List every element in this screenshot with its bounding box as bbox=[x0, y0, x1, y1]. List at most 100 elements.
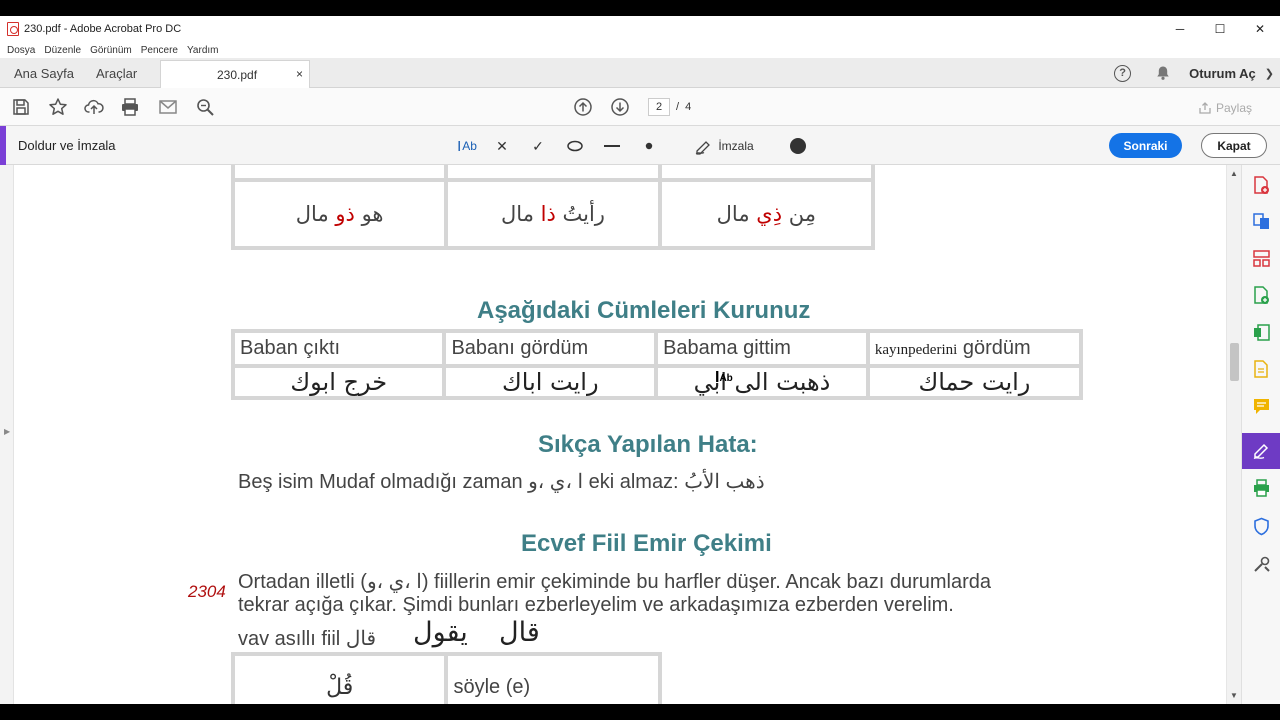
sentence-tr-2: Babanı gördüm bbox=[446, 333, 655, 364]
help-icon[interactable]: ? bbox=[1114, 64, 1132, 82]
sentence-ar-cell: خرج ابوك bbox=[235, 368, 443, 396]
heading-build-sentences: Aşağıdaki Cümleleri Kurunuz bbox=[477, 297, 811, 324]
dot-tool-icon[interactable] bbox=[643, 135, 655, 157]
top-table-cell: هو ذو مال bbox=[235, 182, 445, 246]
top-table-cell bbox=[661, 165, 871, 178]
page-separator: / bbox=[676, 101, 680, 113]
bell-icon[interactable] bbox=[1155, 65, 1171, 81]
imperative-arabic: قُلْ bbox=[326, 674, 354, 700]
create-pdf-icon[interactable] bbox=[1252, 176, 1271, 195]
tab-tools[interactable]: Araçlar bbox=[96, 58, 137, 88]
print-icon[interactable] bbox=[120, 97, 140, 117]
export-pdf-icon[interactable] bbox=[1252, 323, 1271, 342]
star-icon[interactable] bbox=[48, 97, 68, 117]
next-page-icon[interactable] bbox=[610, 97, 630, 117]
mail-icon[interactable] bbox=[158, 97, 178, 117]
page-total: 4 bbox=[685, 101, 692, 113]
protect-shield-icon[interactable] bbox=[1252, 517, 1271, 536]
share-label: Paylaş bbox=[1215, 101, 1253, 115]
main-toolbar: 2 / 4 Paylaş bbox=[0, 88, 1280, 126]
more-tools-icon[interactable] bbox=[1252, 555, 1271, 574]
maximize-button[interactable]: ☐ bbox=[1200, 16, 1240, 42]
arabic-example-3: مِن ذِي مال bbox=[716, 202, 816, 226]
acrobat-window: 230.pdf - Adobe Acrobat Pro DC ─ ☐ ✕ Dos… bbox=[0, 16, 1280, 704]
vav-label: vav asıllı fiil قال bbox=[238, 628, 376, 650]
color-picker-icon[interactable] bbox=[788, 135, 808, 157]
sentence-ar-cell: ذهبت الى ابي bbox=[658, 368, 866, 396]
next-button[interactable]: Sonraki bbox=[1109, 133, 1182, 158]
expand-arrow-icon: ▶ bbox=[4, 427, 11, 436]
menu-view[interactable]: Görünüm bbox=[90, 45, 132, 56]
sentences-table: Baban çıktı Babanı gördüm Babama gittim … bbox=[231, 329, 1083, 400]
sign-button[interactable]: İmzala bbox=[692, 135, 756, 157]
page-number-label: 2304 bbox=[188, 582, 226, 601]
menu-help[interactable]: Yardım bbox=[187, 45, 219, 56]
tab-bar: Ana Sayfa Araçlar 230.pdf × ? Oturum Aç … bbox=[0, 58, 1280, 89]
menu-window[interactable]: Pencere bbox=[141, 45, 178, 56]
page-navigator: 2 / 4 bbox=[648, 98, 691, 116]
sentence-ar-4: رايت حماك bbox=[918, 368, 1031, 396]
sentence-ar-cell: رايت حماك bbox=[869, 368, 1079, 396]
send-for-review-icon[interactable] bbox=[1252, 360, 1271, 379]
document-viewport: ▶ هو ذو مال رأيتُ ذا مال مِن ذِي مال Aşa… bbox=[0, 165, 1280, 704]
scroll-up-icon[interactable]: ▲ bbox=[1230, 169, 1238, 178]
menu-file[interactable]: Dosya bbox=[7, 45, 35, 56]
more-chevron-icon[interactable]: ❯ bbox=[1265, 67, 1274, 80]
ellipse-tool-icon[interactable] bbox=[566, 135, 584, 157]
tab-document-label: 230.pdf bbox=[217, 68, 258, 82]
top-table-cell bbox=[448, 165, 658, 178]
paragraph-line-1: Ortadan illetli (ا ،ي ،و) fiillerin emir… bbox=[238, 571, 991, 593]
letterbox-top bbox=[0, 0, 1280, 16]
comment-icon[interactable] bbox=[1252, 397, 1271, 416]
mistake-text: Beş isim Mudaf olmadığı zaman ا ،ي ،و ek… bbox=[238, 471, 765, 493]
tab-bar-right: ? Oturum Aç ❯ bbox=[1114, 58, 1280, 88]
scroll-thumb[interactable] bbox=[1230, 343, 1239, 381]
edit-pdf-icon[interactable] bbox=[1252, 286, 1271, 305]
close-tab-icon[interactable]: × bbox=[296, 67, 303, 81]
line-tool-icon[interactable] bbox=[603, 135, 621, 157]
text-insert-cursor: I Ab bbox=[715, 369, 733, 387]
sentence-ar-2: رايت اباك bbox=[501, 368, 599, 396]
share-button[interactable]: Paylaş bbox=[1187, 97, 1263, 119]
zoom-search-icon[interactable] bbox=[195, 97, 215, 117]
window-title: 230.pdf - Adobe Acrobat Pro DC bbox=[24, 23, 182, 35]
title-bar: 230.pdf - Adobe Acrobat Pro DC ─ ☐ ✕ bbox=[0, 16, 1280, 42]
left-panel-toggle[interactable]: ▶ bbox=[0, 165, 14, 704]
close-fill-sign-button[interactable]: Kapat bbox=[1201, 133, 1267, 158]
print-production-icon[interactable] bbox=[1252, 479, 1271, 498]
annotation-text-field[interactable]: kayınpederini bbox=[875, 342, 957, 358]
add-text-tool[interactable]: I Ab bbox=[455, 135, 479, 157]
tab-document[interactable]: 230.pdf × bbox=[160, 60, 310, 89]
letterbox-bottom bbox=[0, 704, 1280, 720]
combine-files-icon[interactable] bbox=[1252, 212, 1271, 231]
close-window-button[interactable]: ✕ bbox=[1240, 16, 1280, 42]
page-number-input[interactable]: 2 bbox=[648, 98, 670, 116]
fill-sign-toolbar: Doldur ve İmzala I Ab ✕ ✓ İmzala Sonraki … bbox=[0, 126, 1280, 165]
verb-yaqulu: يقول bbox=[413, 617, 468, 648]
sentence-tr-4: kayınpederini gördüm bbox=[869, 333, 1079, 364]
signin-button[interactable]: Oturum Aç bbox=[1189, 66, 1256, 81]
fill-sign-pen-icon bbox=[1253, 443, 1269, 460]
arabic-example-2: رأيتُ ذا مال bbox=[501, 202, 605, 226]
arabic-example-1: هو ذو مال bbox=[295, 202, 384, 226]
organize-pages-icon[interactable] bbox=[1252, 249, 1271, 268]
checkmark-tool[interactable]: ✓ bbox=[528, 135, 548, 157]
pen-sign-icon bbox=[695, 141, 711, 155]
imperative-ar-cell: قُلْ bbox=[235, 656, 445, 704]
sentence-tr-4-text: gördüm bbox=[962, 337, 1031, 359]
top-table-cell: رأيتُ ذا مال bbox=[448, 182, 658, 246]
heading-common-mistake: Sıkça Yapılan Hata: bbox=[538, 431, 758, 458]
cross-tool[interactable]: ✕ bbox=[492, 135, 512, 157]
minimize-button[interactable]: ─ bbox=[1160, 16, 1200, 42]
right-tools-panel bbox=[1241, 165, 1280, 704]
fill-sign-accent bbox=[0, 126, 6, 165]
tab-home[interactable]: Ana Sayfa bbox=[14, 58, 74, 88]
previous-page-icon[interactable] bbox=[573, 97, 593, 117]
vertical-scrollbar[interactable]: ▲ ▼ bbox=[1226, 165, 1241, 704]
sentence-ar-cell: رايت اباك bbox=[446, 368, 655, 396]
menu-edit[interactable]: Düzenle bbox=[44, 45, 81, 56]
cloud-upload-icon[interactable] bbox=[84, 97, 104, 117]
scroll-down-icon[interactable]: ▼ bbox=[1230, 691, 1238, 700]
fill-sign-active-tool[interactable] bbox=[1242, 433, 1280, 469]
save-icon[interactable] bbox=[11, 97, 31, 117]
